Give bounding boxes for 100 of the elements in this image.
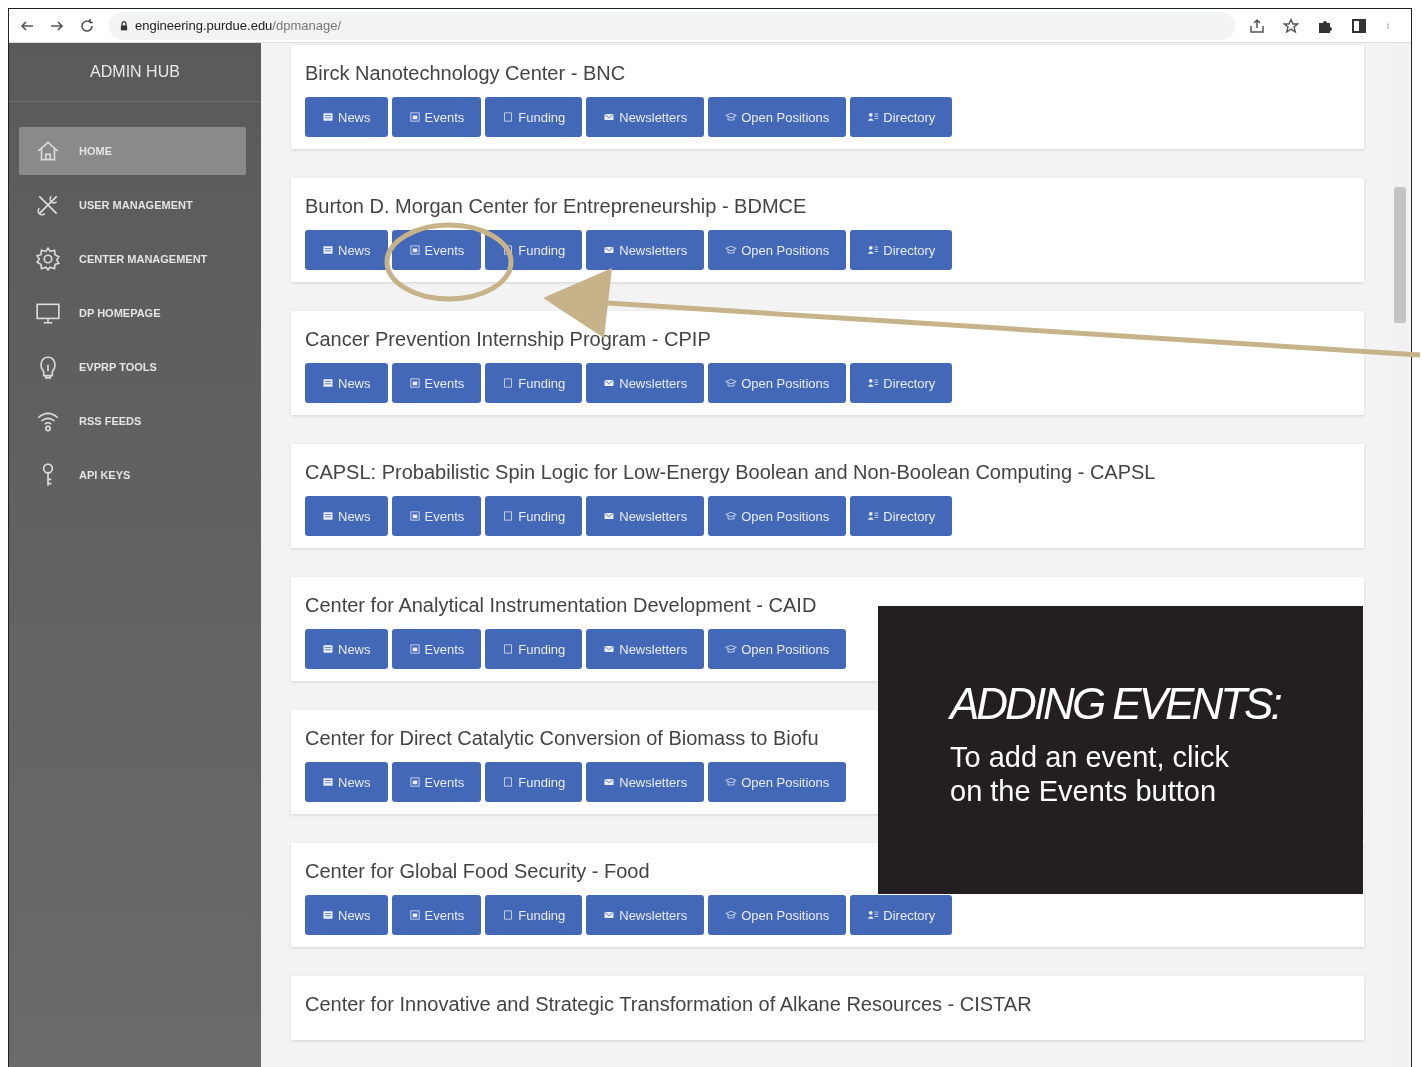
center-action-button[interactable]: Newsletters xyxy=(586,895,705,935)
graduation-cap-icon xyxy=(725,909,738,921)
center-title: Center for Global Food Security - Food xyxy=(305,860,650,882)
center-title: Burton D. Morgan Center for Entrepreneurship - BDMCE xyxy=(305,195,807,217)
sidebar-item[interactable]: CENTER MANAGEMENT xyxy=(19,235,246,283)
center-action-button[interactable]: News xyxy=(305,97,388,137)
center-action-button[interactable]: Directory xyxy=(850,895,953,935)
address-bar[interactable]: engineering.purdue.edu/dpmanage/ xyxy=(109,11,1235,40)
reload-icon[interactable] xyxy=(79,17,95,34)
sidebar-title: ADMIN HUB xyxy=(90,63,180,81)
envelope-icon xyxy=(603,377,616,389)
center-action-button[interactable]: Directory xyxy=(850,496,953,536)
center-action-button[interactable]: Open Positions xyxy=(708,496,847,536)
newspaper-icon xyxy=(322,377,334,389)
newspaper-icon xyxy=(322,244,334,256)
document-icon xyxy=(502,111,515,123)
center-action-button[interactable]: News xyxy=(305,895,388,935)
people-icon xyxy=(867,244,880,256)
people-icon xyxy=(867,510,880,522)
center-action-button[interactable]: News xyxy=(305,629,388,669)
graduation-cap-icon xyxy=(725,643,738,655)
graduation-cap-icon xyxy=(725,377,738,389)
calendar-icon xyxy=(408,776,421,788)
calendar-icon xyxy=(408,111,421,123)
center-action-button[interactable]: Newsletters xyxy=(586,363,705,403)
envelope-icon xyxy=(603,111,616,123)
envelope-icon xyxy=(603,643,616,655)
document-icon xyxy=(502,776,515,788)
center-title: Cancer Prevention Internship Program - CPIP xyxy=(305,328,711,350)
center-action-button[interactable]: Events xyxy=(391,230,482,270)
envelope-icon xyxy=(603,244,616,256)
center-action-button[interactable]: News xyxy=(305,230,388,270)
center-title: Center for Innovative and Strategic Transformation of Alkane Resources - CISTAR xyxy=(305,993,1032,1015)
calendar-icon xyxy=(408,643,421,655)
center-title: Birck Nanotechnology Center - BNC xyxy=(305,62,626,84)
center-action-button[interactable]: Open Positions xyxy=(708,895,847,935)
center-action-button[interactable]: Newsletters xyxy=(586,230,705,270)
center-action-button[interactable]: Funding xyxy=(485,496,583,536)
center-action-button[interactable]: Events xyxy=(391,895,482,935)
center-action-button[interactable]: Funding xyxy=(485,629,583,669)
star-icon[interactable] xyxy=(1283,17,1299,34)
center-action-button[interactable]: Funding xyxy=(485,230,583,270)
center-action-button[interactable]: Open Positions xyxy=(708,230,847,270)
center-action-button[interactable]: Events xyxy=(391,97,482,137)
calendar-icon xyxy=(408,244,421,256)
center-action-button[interactable]: Open Positions xyxy=(708,363,847,403)
center-action-button[interactable]: Newsletters xyxy=(586,496,705,536)
center-action-button[interactable]: Directory xyxy=(850,363,953,403)
calendar-icon xyxy=(408,510,421,522)
center-action-button[interactable]: Funding xyxy=(485,895,583,935)
people-icon xyxy=(867,111,880,123)
scrollbar-thumb[interactable] xyxy=(1394,187,1406,323)
center-action-button[interactable]: Directory xyxy=(850,97,953,137)
center-action-button[interactable]: Newsletters xyxy=(586,762,705,802)
center-action-button[interactable]: Funding xyxy=(485,363,583,403)
sidebar-item[interactable]: DP HOMEPAGE xyxy=(19,289,246,337)
center-action-button[interactable]: Events xyxy=(391,762,482,802)
envelope-icon xyxy=(603,909,616,921)
document-icon xyxy=(502,377,515,389)
sidebar-item[interactable]: API KEYS xyxy=(19,451,246,499)
graduation-cap-icon xyxy=(725,510,738,522)
newspaper-icon xyxy=(322,909,334,921)
envelope-icon xyxy=(603,776,616,788)
center-action-button[interactable]: Funding xyxy=(485,762,583,802)
sidebar-item[interactable]: HOME xyxy=(19,127,246,175)
center-title: CAPSL: Probabilistic Spin Logic for Low-Energy Boolean and Non-Boolean Computing - CAPSL xyxy=(305,461,1156,483)
center-action-button[interactable]: Open Positions xyxy=(708,97,847,137)
calendar-icon xyxy=(408,377,421,389)
center-action-button[interactable]: Open Positions xyxy=(708,629,847,669)
center-action-button[interactable]: News xyxy=(305,762,388,802)
center-action-button[interactable]: Open Positions xyxy=(708,762,847,802)
sidebar-item[interactable]: USER MANAGEMENT xyxy=(19,181,246,229)
sidebar-item[interactable]: EVPRP TOOLS xyxy=(19,343,246,391)
newspaper-icon xyxy=(322,776,334,788)
center-action-button[interactable]: News xyxy=(305,496,388,536)
center-title: Center for Direct Catalytic Conversion of Biomass to Biofu xyxy=(305,727,819,749)
graduation-cap-icon xyxy=(725,111,738,123)
share-icon[interactable] xyxy=(1249,17,1265,34)
gear-icon xyxy=(35,246,61,272)
center-action-button[interactable]: Newsletters xyxy=(586,97,705,137)
center-action-button[interactable]: Events xyxy=(391,629,482,669)
center-action-button[interactable]: Events xyxy=(391,363,482,403)
lock-icon xyxy=(119,19,129,32)
document-icon xyxy=(502,643,515,655)
center-action-button[interactable]: Funding xyxy=(485,97,583,137)
envelope-icon xyxy=(603,510,616,522)
url-text: engineering.purdue.edu/dpmanage/ xyxy=(135,18,341,33)
newspaper-icon xyxy=(322,111,334,123)
callout-text: To add an event, click on the Events button xyxy=(950,740,1230,808)
center-action-button[interactable]: Directory xyxy=(850,230,953,270)
people-icon xyxy=(867,909,880,921)
center-action-button[interactable]: Newsletters xyxy=(586,629,705,669)
side-panel-icon[interactable] xyxy=(1351,17,1367,34)
center-action-button[interactable]: News xyxy=(305,363,388,403)
newspaper-icon xyxy=(322,510,334,522)
callout-title: ADDING EVENTS: xyxy=(950,678,1282,730)
center-action-button[interactable]: Events xyxy=(391,496,482,536)
center-title: Center for Analytical Instrumentation Development - CAID xyxy=(305,594,817,616)
graduation-cap-icon xyxy=(725,776,738,788)
sidebar-item[interactable]: RSS FEEDS xyxy=(19,397,246,445)
